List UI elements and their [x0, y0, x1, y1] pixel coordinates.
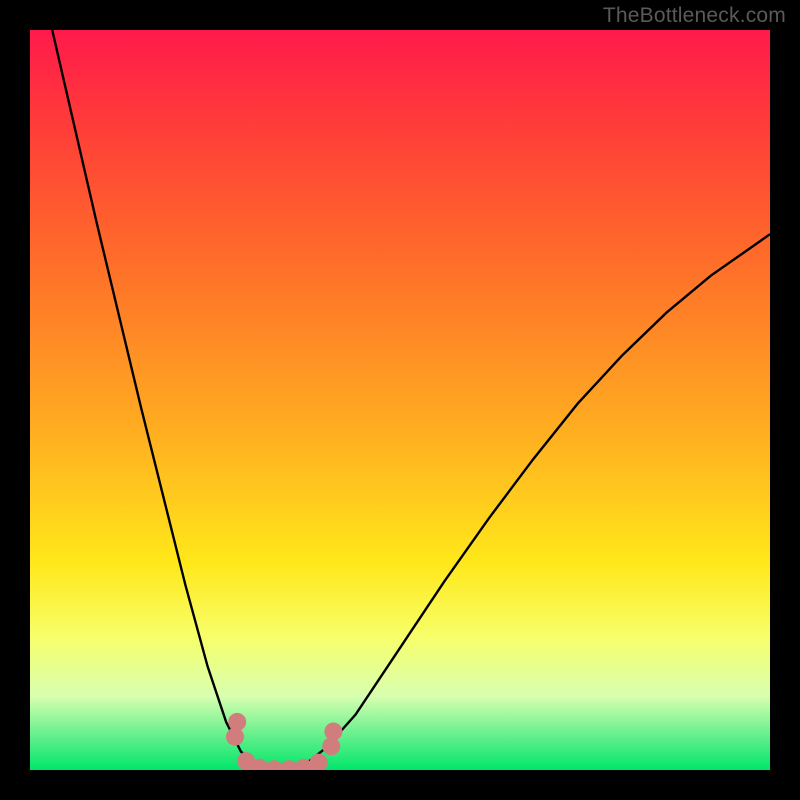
data-marker — [310, 754, 328, 770]
chart-frame: TheBottleneck.com — [0, 0, 800, 800]
data-marker — [324, 723, 342, 741]
plot-area — [30, 30, 770, 770]
watermark-text: TheBottleneck.com — [603, 4, 786, 28]
markers-svg — [30, 30, 770, 770]
marker-group — [226, 713, 342, 770]
data-marker — [228, 713, 246, 731]
